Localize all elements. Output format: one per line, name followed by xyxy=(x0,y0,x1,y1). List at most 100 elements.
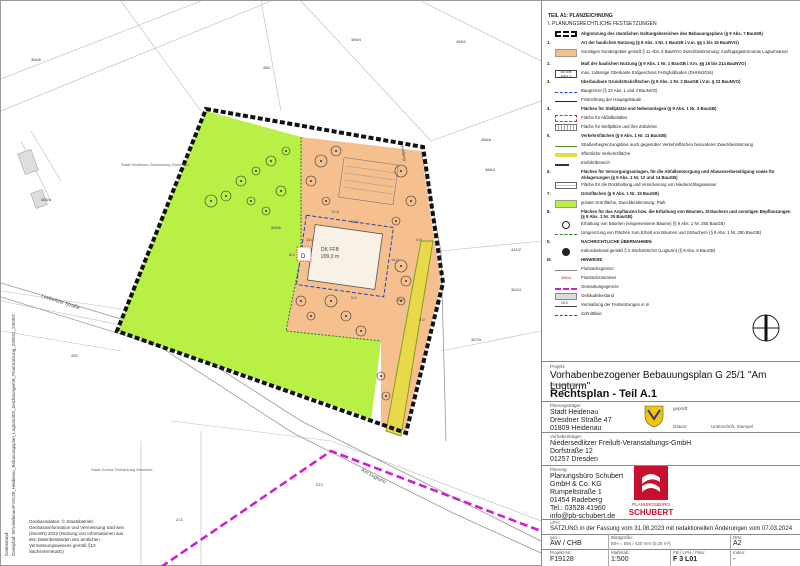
gemarkung-boundary xyxy=(160,449,541,566)
index-label: Index: xyxy=(733,550,746,555)
legend-list: Abgrenzung des räumlichen Geltungsbereic… xyxy=(541,31,800,331)
dim-label: 14,0 xyxy=(391,257,400,262)
legend-row: 1. Art der baulichen Nutzung (§ 9 Abs. 1 … xyxy=(547,40,797,49)
format-label: Blattgröße: xyxy=(611,535,634,540)
schubert-logo: PLANUNGSBÜRO SCHUBERT xyxy=(628,466,674,518)
measure-symbol-label: 10,0 xyxy=(561,301,568,306)
legend-text: Firstrichtung der Hauptgebäude xyxy=(581,97,642,103)
legend-swatch-icon xyxy=(555,315,577,317)
legend-row: 3. überbaubare Grundstücksflächen (§ 9 Ab… xyxy=(547,79,797,88)
side-filepath: Dateipfad: W:\Heidenau\F19128_Heidenau_B… xyxy=(11,313,16,556)
legend-row: Fläche für Stellplätze und ihre Zufahrte… xyxy=(547,124,797,133)
logo-text-1: PLANUNGSBÜRO xyxy=(632,502,670,507)
legend-text: Flächen für Versorgungsanlagen, für die … xyxy=(581,169,775,180)
legend-swatch-icon xyxy=(555,234,577,236)
legend-swatch-icon xyxy=(555,101,577,103)
label-dk-val: 209,0 m xyxy=(321,254,339,260)
label-road2: Am Lugturm xyxy=(360,467,387,485)
legend-swatch-icon xyxy=(555,92,577,94)
heidenau-crest-icon xyxy=(644,405,664,428)
rule-6 xyxy=(541,534,800,535)
dim-label: 8,0 xyxy=(289,252,295,257)
planung-line-1: Planungsbüro Schubert xyxy=(550,473,624,480)
legend-number: 7. xyxy=(547,190,551,196)
label-gemarkung1-line: Stadt Heidenau Gemarkung Gommern xyxy=(121,162,189,167)
legend-swatch-icon xyxy=(555,270,577,272)
rule-1 xyxy=(541,361,800,362)
date-label: Datum: xyxy=(673,424,688,429)
plan-title: Rechtsplan - Teil A.1 xyxy=(550,388,657,400)
rule-3 xyxy=(541,432,800,433)
legend-swatch-icon xyxy=(555,191,577,199)
scale-value: 1:500 xyxy=(611,556,629,563)
legend-row: Gebäudebestand xyxy=(547,293,797,302)
parcel-label: 486 xyxy=(263,65,270,70)
plan-map: DK FFB 209,0 m D Lockwitzer Straße Am Lu… xyxy=(1,1,541,566)
parcel-label: 486/a xyxy=(481,137,492,142)
label-gemarkung1: Stadt Heidenau Gemarkung Gommern xyxy=(121,162,189,167)
legend-swatch-icon: 10,0 xyxy=(555,301,577,308)
vorhabenträger-line-2: Dorfstraße 12 xyxy=(550,448,593,455)
label-gemarkung2-line: Stadt Dohna Gemarkung Meusche xyxy=(91,467,153,472)
legend-text: überbaubare Grundstücksflächen (§ 9 Abs.… xyxy=(581,79,741,85)
legend-swatch-icon xyxy=(555,181,577,189)
index-value: - xyxy=(733,556,736,563)
legend-row: 4. Flächen für Stellplätze und Nebenanlag… xyxy=(547,106,797,115)
parcel-label: 455 xyxy=(71,353,78,358)
legend-row: Straßenbegrenzungslinie auch gegenüber V… xyxy=(547,142,797,151)
legend-swatch-icon xyxy=(555,239,577,247)
tb-vline-3 xyxy=(730,534,731,566)
north-arrow-icon xyxy=(752,314,780,342)
legend-text: Fläche für Abfallbehälter xyxy=(581,115,628,121)
format-value: B/H = 594 / 420 mm (0,25 m²) xyxy=(611,541,671,546)
legend-swatch-icon xyxy=(555,288,577,291)
rule-2 xyxy=(541,401,800,402)
parcel-label: 366/b xyxy=(31,57,42,62)
legend-swatch-icon xyxy=(555,124,577,132)
dim-label: 32,0 xyxy=(351,219,360,224)
flur-symbol-label: 566/a xyxy=(560,275,571,281)
tb-vline-2 xyxy=(670,549,671,566)
planung-label: Planung: xyxy=(550,467,568,472)
legend-row: Fläche für Abfallbehälter xyxy=(547,115,797,124)
legend-text: Vermaßung der Festsetzungen in m xyxy=(581,302,650,308)
din-value: A2 xyxy=(733,540,742,547)
dim-label: 10,0 xyxy=(396,297,405,302)
legend-row: Einfahrtbereich xyxy=(547,160,797,169)
legend-row: DK FFB 209,0 m max. zulässige Oberkante Er… xyxy=(547,70,797,79)
legend-text: Flurstücksgrenze xyxy=(581,266,614,272)
legend-swatch-icon xyxy=(562,248,570,257)
project-nr-value: F19128 xyxy=(550,556,574,563)
schubert-logo-mark xyxy=(634,466,668,500)
legend-number: 1. xyxy=(547,40,551,45)
dk-symbol-value: 209,0 m xyxy=(560,73,572,78)
legend-text: private Grünfläche, Zweckbestimmung: Par… xyxy=(581,199,666,205)
legend-row: 2. Maß der baulichen Nutzung (§ 9 Abs. 1 … xyxy=(547,61,797,70)
gez-value: AW / CHB xyxy=(550,540,582,547)
legend-row: Gemarkungsgrenze xyxy=(547,284,797,293)
legend-row: Umgrenzung von Flächen zum Erhalt von Bä… xyxy=(547,230,797,239)
legend-text: HINWEISE xyxy=(581,257,603,263)
rule-5 xyxy=(541,519,800,520)
legend-swatch-icon xyxy=(555,169,577,177)
planung-line-5: Tel.: 03528 41960 xyxy=(550,505,606,512)
legend-text: Abgrenzung des räumlichen Geltungsbereic… xyxy=(581,31,763,36)
legend-text: NACHRICHTLICHE ÜBERNAHMEN xyxy=(581,239,652,245)
plan-sheet: DK FFB 209,0 m D Lockwitzer Straße Am Lu… xyxy=(0,0,800,566)
legend-text: Baugrenze (§ 23 Abs. 1 und 3 BauNVO) xyxy=(581,88,658,94)
building-block xyxy=(306,224,384,290)
legend-swatch-icon xyxy=(555,79,577,87)
legend-text: Erhaltung von Bäumen (eingemessene Bäume… xyxy=(581,221,725,227)
parcel-label: 213 xyxy=(316,482,323,487)
legend-row: Abgrenzung des räumlichen Geltungsbereic… xyxy=(547,31,797,40)
legend-swatch-icon xyxy=(555,115,577,123)
legend-row: 566/a Flurstücksnummer xyxy=(547,275,797,284)
legend-text: Umgrenzung von Flächen zum Erhalt von Bä… xyxy=(581,230,762,236)
legend-text: Fläche für Stellplätze und ihre Zufahrte… xyxy=(581,124,658,130)
vorhabenträger-line-3: 01257 Dresden xyxy=(550,456,598,463)
label-gemarkung2: Stadt Dohna Gemarkung Meusche xyxy=(91,467,153,472)
legend-row: 10,0 Vermaßung der Festsetzungen in m xyxy=(547,301,797,311)
legend-row: Kulturdenkmal gemäß § 2 SächsDSchG (Lugt… xyxy=(547,248,797,257)
label-d: D xyxy=(301,254,306,260)
scale-label: Maßstab: xyxy=(611,550,630,555)
